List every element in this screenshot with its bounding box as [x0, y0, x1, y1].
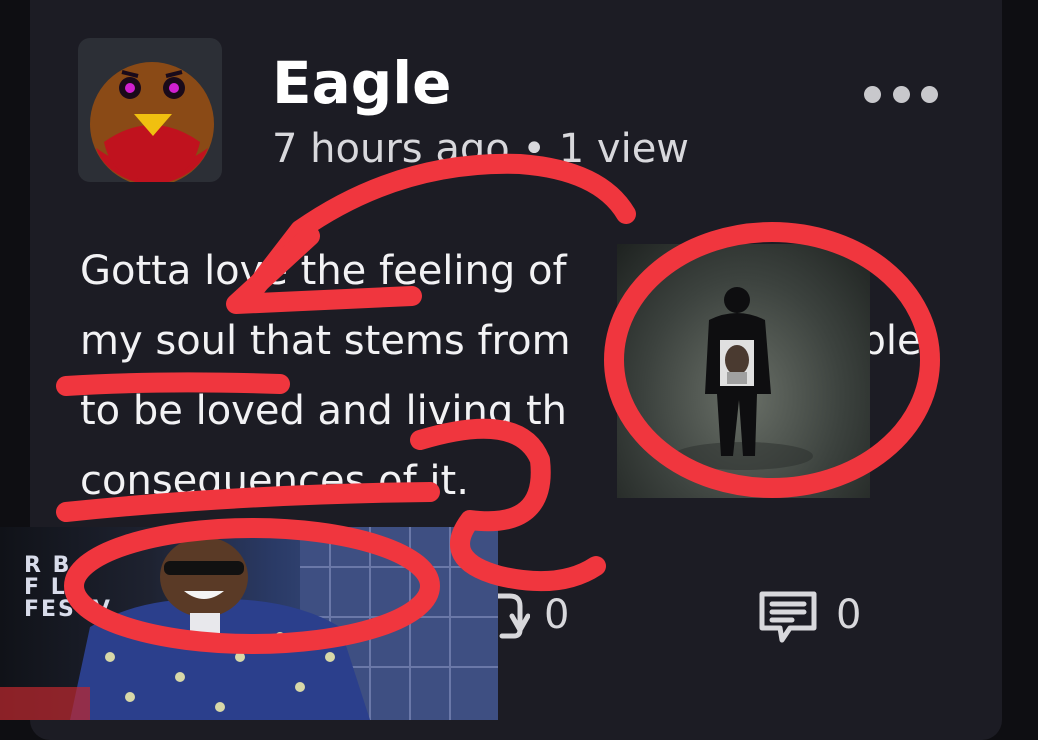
post-meta: 7 hours ago • 1 view: [272, 126, 690, 172]
festival-text-line: FESTV: [24, 597, 112, 622]
comment-icon[interactable]: [756, 588, 820, 646]
festival-backdrop-text: R B F LA FESTV: [24, 555, 112, 621]
author-avatar[interactable]: [78, 38, 222, 182]
repost-count: 0: [544, 592, 570, 638]
body-text: my soul that stems from: [80, 318, 571, 364]
festival-text-line: R B: [24, 553, 72, 578]
more-options-button[interactable]: [864, 78, 938, 110]
body-text: consequences of it.: [80, 458, 469, 504]
author-name[interactable]: Eagle: [272, 48, 452, 118]
overlay-photo-man: R B F LA FESTV: [0, 527, 498, 720]
body-text: to be loved and living th: [80, 388, 568, 434]
festival-text-line: F LA: [24, 575, 86, 600]
more-dot: [921, 85, 938, 103]
more-dot: [892, 85, 910, 103]
overlay-photo-figure: [617, 244, 870, 498]
body-text: Gotta love the feeling of: [80, 248, 567, 294]
comment-count: 0: [836, 592, 862, 638]
more-horizontal-icon: [864, 85, 881, 103]
